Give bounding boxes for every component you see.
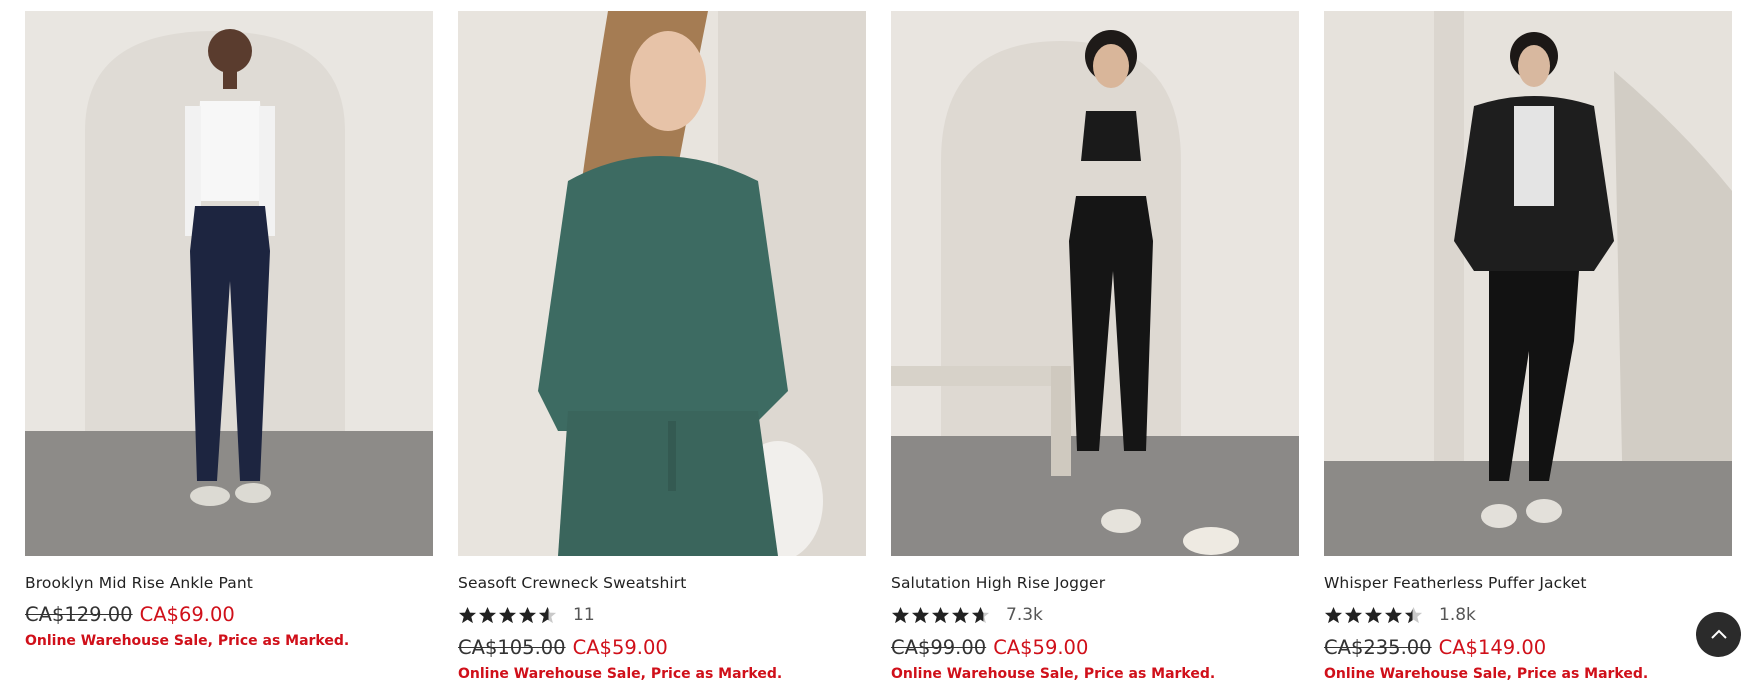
original-price: CA$129.00 [25, 603, 133, 626]
star-icon [478, 606, 497, 623]
promo-text: Online Warehouse Sale, Price as Marked. [1324, 666, 1649, 682]
star-half-icon [538, 606, 557, 623]
product-image[interactable] [458, 11, 866, 556]
promo-text: Online Warehouse Sale, Price as Marked. [25, 633, 350, 649]
star-icon [891, 606, 910, 623]
price-row: CA$235.00 CA$149.00 [1324, 636, 1732, 659]
star-icon [931, 606, 950, 623]
sale-price: CA$69.00 [139, 603, 235, 626]
star-half-icon [971, 606, 990, 623]
back-to-top-button[interactable] [1696, 612, 1741, 657]
star-icon [518, 606, 537, 623]
review-count[interactable]: 11 [573, 605, 595, 625]
original-price: CA$105.00 [458, 636, 566, 659]
product-card[interactable]: Seasoft Crewneck Sweatshirt 11 CA$105.00… [458, 11, 866, 682]
original-price: CA$235.00 [1324, 636, 1432, 659]
product-card[interactable]: Brooklyn Mid Rise Ankle Pant CA$129.00 C… [25, 11, 433, 682]
promo-text: Online Warehouse Sale, Price as Marked. [891, 666, 1216, 682]
original-price: CA$99.00 [891, 636, 987, 659]
star-rating [891, 606, 990, 625]
price-row: CA$99.00 CA$59.00 [891, 636, 1299, 659]
rating-row[interactable]: 11 [458, 604, 866, 626]
sale-price: CA$149.00 [1438, 636, 1547, 659]
sale-price: CA$59.00 [993, 636, 1089, 659]
star-icon [1384, 606, 1403, 623]
product-title[interactable]: Brooklyn Mid Rise Ankle Pant [25, 574, 433, 592]
star-icon [1344, 606, 1363, 623]
star-icon [951, 606, 970, 623]
product-image[interactable] [25, 11, 433, 556]
price-row: CA$105.00 CA$59.00 [458, 636, 866, 659]
rating-row[interactable]: 1.8k [1324, 604, 1732, 626]
star-rating [1324, 606, 1423, 625]
star-icon [1324, 606, 1343, 623]
product-grid: Brooklyn Mid Rise Ankle Pant CA$129.00 C… [25, 11, 1732, 682]
product-title[interactable]: Whisper Featherless Puffer Jacket [1324, 574, 1732, 592]
review-count[interactable]: 7.3k [1006, 605, 1043, 625]
star-rating [458, 606, 557, 625]
chevron-up-icon [1710, 629, 1727, 639]
star-half-icon [1404, 606, 1423, 623]
product-card[interactable]: Salutation High Rise Jogger 7.3k CA$99.0… [891, 11, 1299, 682]
review-count[interactable]: 1.8k [1439, 605, 1476, 625]
product-image[interactable] [1324, 11, 1732, 556]
star-icon [458, 606, 477, 623]
product-title[interactable]: Salutation High Rise Jogger [891, 574, 1299, 592]
rating-row[interactable]: 7.3k [891, 604, 1299, 626]
price-row: CA$129.00 CA$69.00 [25, 603, 433, 626]
product-card[interactable]: Whisper Featherless Puffer Jacket 1.8k C… [1324, 11, 1732, 682]
star-icon [1364, 606, 1383, 623]
star-icon [498, 606, 517, 623]
product-image[interactable] [891, 11, 1299, 556]
star-icon [911, 606, 930, 623]
product-title[interactable]: Seasoft Crewneck Sweatshirt [458, 574, 866, 592]
promo-text: Online Warehouse Sale, Price as Marked. [458, 666, 783, 682]
sale-price: CA$59.00 [572, 636, 668, 659]
